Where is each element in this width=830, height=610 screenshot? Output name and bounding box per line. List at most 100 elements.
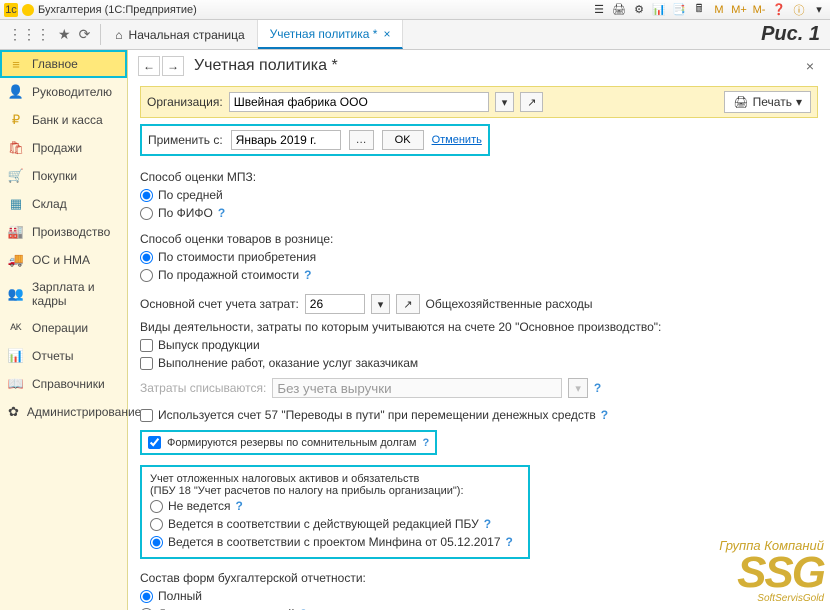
tb-icon-3[interactable]: 📊 xyxy=(652,3,666,17)
chart-icon: 📊 xyxy=(8,348,24,364)
help-icon[interactable]: ? xyxy=(506,535,513,549)
apply-date-input[interactable] xyxy=(231,130,341,150)
ruble-icon: ₽ xyxy=(8,112,24,128)
sidebar-item-sales[interactable]: 🛍 Продажи xyxy=(0,134,127,162)
deferred-project-radio[interactable]: Ведется в соответствии с проектом Минфин… xyxy=(150,533,520,551)
deferred-header1: Учет отложенных налоговых активов и обяз… xyxy=(150,473,520,485)
tab-accounting-policy[interactable]: Учетная политика * × xyxy=(258,20,404,49)
bag-icon: 🛍 xyxy=(8,140,24,156)
nav-forward-button[interactable]: → xyxy=(162,56,184,76)
tb-icon-m[interactable]: M xyxy=(712,3,726,17)
history-icon[interactable]: ⟳ xyxy=(79,26,91,43)
page-close-button[interactable]: × xyxy=(800,58,820,74)
tb-icon-4[interactable]: 📑 xyxy=(672,3,686,17)
sidebar-item-main[interactable]: ≡ Главное xyxy=(0,50,127,78)
truck-icon: 🚚 xyxy=(8,252,24,268)
apply-date-picker[interactable]: … xyxy=(349,130,374,150)
sidebar-item-bank[interactable]: ₽ Банк и касса xyxy=(0,106,127,134)
sidebar-item-warehouse[interactable]: ▦Склад xyxy=(0,190,127,218)
apps-icon[interactable]: ⋮⋮⋮ xyxy=(8,26,50,43)
sidebar-item-payroll[interactable]: 👥Зарплата и кадры xyxy=(0,274,127,314)
reserves-check[interactable] xyxy=(148,436,161,449)
grid-icon: ▦ xyxy=(8,196,24,212)
sidebar-item-reports[interactable]: 📊 Отчеты xyxy=(0,342,127,370)
help-icon[interactable]: ? xyxy=(484,517,491,531)
tab-policy-label: Учетная политика * xyxy=(270,27,378,41)
sidebar-item-admin[interactable]: ✿Администрирование xyxy=(0,398,127,426)
sidebar-item-assets[interactable]: 🚚 ОС и НМА xyxy=(0,246,127,274)
sidebar-item-label: ОС и НМА xyxy=(32,253,90,267)
retail-group-label: Способ оценки товаров в рознице: xyxy=(140,232,818,246)
sidebar-item-label: Главное xyxy=(32,57,78,71)
cancel-link[interactable]: Отменить xyxy=(432,134,482,146)
sidebar-item-operations[interactable]: ᴬᴷОперации xyxy=(0,314,127,342)
help-icon[interactable]: ? xyxy=(601,408,608,422)
tab-home[interactable]: ⌂ Начальная страница xyxy=(103,20,257,49)
home-icon: ⌂ xyxy=(115,28,122,42)
deferred-box: Учет отложенных налоговых активов и обяз… xyxy=(140,465,530,559)
sidebar-item-purchases[interactable]: 🛒Покупки xyxy=(0,162,127,190)
gear-icon: ✿ xyxy=(8,404,19,420)
activity-output-check[interactable]: Выпуск продукции xyxy=(140,336,818,354)
help-icon[interactable]: ? xyxy=(235,499,242,513)
sidebar-item-manager[interactable]: 👤Руководителю xyxy=(0,78,127,106)
help-icon[interactable]: ? xyxy=(422,437,429,449)
mpz-avg-radio[interactable]: По средней xyxy=(140,186,818,204)
cost-account-input[interactable] xyxy=(305,294,365,314)
tb-icon-mplus[interactable]: M+ xyxy=(732,3,746,17)
org-open-button[interactable]: ↗ xyxy=(520,92,543,112)
sidebar-item-label: Отчеты xyxy=(32,349,73,363)
tb-icon-2[interactable]: ⚙ xyxy=(632,3,646,17)
org-dropdown-button[interactable]: ▾ xyxy=(495,92,515,112)
retail-sale-radio[interactable]: По продажной стоимости? xyxy=(140,266,818,284)
sidebar-item-refs[interactable]: 📖Справочники xyxy=(0,370,127,398)
star-icon[interactable]: ★ xyxy=(58,26,71,43)
help-icon[interactable]: ? xyxy=(218,206,225,220)
org-bar: Организация: ▾ ↗ 🖨 Печать ▾ xyxy=(140,86,818,118)
tab-home-label: Начальная страница xyxy=(129,28,245,42)
tb-icon-5[interactable]: 🖩 xyxy=(692,3,706,17)
close-icon[interactable]: × xyxy=(383,27,390,41)
reportforms-small-radio[interactable]: Для малых предприятий? xyxy=(140,605,818,610)
cost-account-open[interactable]: ↗ xyxy=(396,294,419,314)
sidebar-item-label: Покупки xyxy=(32,169,77,183)
org-input[interactable] xyxy=(229,92,489,112)
writeoff-dropdown: ▾ xyxy=(568,378,588,398)
reportforms-group-label: Состав форм бухгалтерской отчетности: xyxy=(140,571,818,585)
tb-icon-drop[interactable]: ▾ xyxy=(812,3,826,17)
sidebar-item-production[interactable]: 🏭Производство xyxy=(0,218,127,246)
reserves-label: Формируются резервы по сомнительным долг… xyxy=(167,437,416,449)
ops-icon: ᴬᴷ xyxy=(8,320,24,336)
sidebar-item-label: Банк и касса xyxy=(32,113,103,127)
nav-back-button[interactable]: ← xyxy=(138,56,160,76)
print-button[interactable]: 🖨 Печать ▾ xyxy=(724,91,811,113)
sidebar-item-label: Продажи xyxy=(32,141,82,155)
cost-account-desc: Общехозяйственные расходы xyxy=(426,297,593,311)
retail-cost-radio[interactable]: По стоимости приобретения xyxy=(140,248,818,266)
ok-button[interactable]: OK xyxy=(382,130,424,150)
reportforms-full-radio[interactable]: Полный xyxy=(140,587,818,605)
app-title: Бухгалтерия (1С:Предприятие) xyxy=(38,4,197,16)
cost-account-dropdown[interactable]: ▾ xyxy=(371,294,391,314)
mpz-fifo-radio[interactable]: По ФИФО? xyxy=(140,204,818,222)
sidebar-item-label: Администрирование xyxy=(27,405,141,419)
titlebar: 1c Бухгалтерия (1С:Предприятие) ☰ 🖨 ⚙ 📊 … xyxy=(0,0,830,20)
tb-icon-mminus[interactable]: M- xyxy=(752,3,766,17)
book-icon: 📖 xyxy=(8,376,24,392)
tb-icon-1[interactable]: 🖨 xyxy=(612,3,626,17)
reserves-box: Формируются резервы по сомнительным долг… xyxy=(140,430,437,455)
menu-icon: ≡ xyxy=(8,56,24,72)
help-icon[interactable]: ? xyxy=(304,268,311,282)
page-title: Учетная политика * xyxy=(194,57,790,75)
acc57-check[interactable]: Используется счет 57 "Переводы в пути" п… xyxy=(140,406,818,424)
tb-icon-0[interactable]: ☰ xyxy=(592,3,606,17)
deferred-current-radio[interactable]: Ведется в соответствии с действующей ред… xyxy=(150,515,520,533)
tb-icon-help[interactable]: ❓ xyxy=(772,3,786,17)
sidebar-item-label: Зарплата и кадры xyxy=(32,280,119,308)
mpz-group-label: Способ оценки МПЗ: xyxy=(140,170,818,184)
deferred-none-radio[interactable]: Не ведется? xyxy=(150,497,520,515)
sidebar: ≡ Главное 👤Руководителю ₽ Банк и касса 🛍 Пр… xyxy=(0,50,128,610)
activity-works-check[interactable]: Выполнение работ, оказание услуг заказчи… xyxy=(140,354,818,372)
help-icon[interactable]: ? xyxy=(594,381,601,395)
tb-icon-info[interactable]: ⓘ xyxy=(792,3,806,17)
